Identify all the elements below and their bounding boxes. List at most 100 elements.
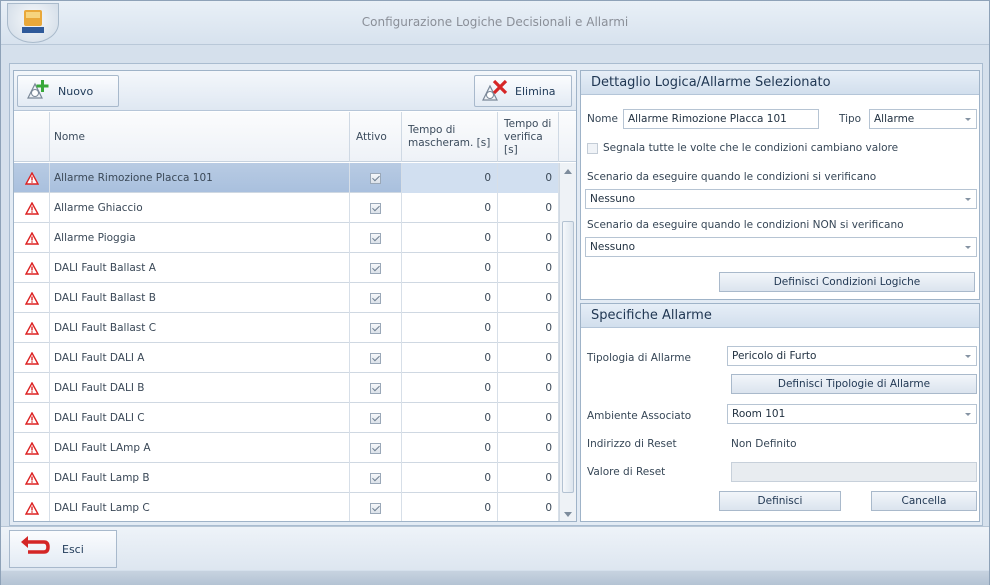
row-verify-time[interactable]: 0 <box>498 433 559 463</box>
row-active-cell[interactable] <box>350 253 402 283</box>
active-checkbox[interactable] <box>370 382 381 394</box>
title-bar: Configurazione Logiche Decisionali e All… <box>1 1 989 45</box>
list-scrollbar[interactable] <box>559 163 576 521</box>
table-row[interactable]: DALI Fault DALI A 00 <box>14 343 559 373</box>
row-verify-time[interactable]: 0 <box>498 403 559 433</box>
row-active-cell[interactable] <box>350 193 402 223</box>
alarm-warning-icon <box>14 283 50 313</box>
row-active-cell[interactable] <box>350 463 402 493</box>
type-select[interactable]: Allarme <box>869 109 977 129</box>
alarm-warning-icon <box>14 223 50 253</box>
new-button[interactable]: Nuovo <box>17 75 119 107</box>
row-mask-time[interactable]: 0 <box>402 433 498 463</box>
define-alarm-types-button[interactable]: Definisci Tipologie di Allarme <box>731 374 977 394</box>
row-active-cell[interactable] <box>350 343 402 373</box>
header-mask-time[interactable]: Tempo di mascheram. [s] <box>402 112 498 162</box>
row-verify-time[interactable]: 0 <box>498 373 559 403</box>
active-checkbox[interactable] <box>370 472 381 484</box>
row-active-cell[interactable] <box>350 223 402 253</box>
row-verify-time[interactable]: 0 <box>498 283 559 313</box>
active-checkbox[interactable] <box>370 322 381 334</box>
row-mask-time[interactable]: 0 <box>402 493 498 521</box>
table-row[interactable]: DALI Fault Ballast C 00 <box>14 313 559 343</box>
row-verify-time[interactable]: 0 <box>498 193 559 223</box>
row-mask-time[interactable]: 0 <box>402 253 498 283</box>
header-name[interactable]: Nome <box>50 112 350 162</box>
reset-value-input <box>731 462 977 482</box>
row-verify-time[interactable]: 0 <box>498 463 559 493</box>
table-row[interactable]: Allarme Rimozione Placca 101 0 0 <box>14 163 559 193</box>
row-verify-time[interactable]: 0 <box>498 313 559 343</box>
scenario-true-label: Scenario da eseguire quando le condizion… <box>587 171 877 183</box>
name-input[interactable]: Allarme Rimozione Placca 101 <box>623 109 819 129</box>
row-active-cell[interactable] <box>350 373 402 403</box>
row-verify-time[interactable]: 0 <box>498 253 559 283</box>
row-mask-time[interactable]: 0 <box>402 343 498 373</box>
active-checkbox[interactable] <box>370 172 381 184</box>
table-row[interactable]: DALI Fault Ballast A 00 <box>14 253 559 283</box>
room-select[interactable]: Room 101 <box>727 404 977 424</box>
cancel-button[interactable]: Cancella <box>871 491 977 511</box>
row-mask-time[interactable]: 0 <box>402 403 498 433</box>
row-mask-time[interactable]: 0 <box>402 373 498 403</box>
table-row[interactable]: Allarme Ghiaccio 0 0 <box>14 193 559 223</box>
header-mask-time-line2: mascheram. [s] <box>408 137 491 149</box>
scroll-thumb[interactable] <box>562 221 574 493</box>
row-active-cell[interactable] <box>350 493 402 521</box>
row-verify-time[interactable]: 0 <box>498 163 559 193</box>
room-label: Ambiente Associato <box>587 410 692 422</box>
row-active-cell[interactable] <box>350 433 402 463</box>
row-mask-time[interactable]: 0 <box>402 463 498 493</box>
active-checkbox[interactable] <box>370 502 381 514</box>
define-conditions-button[interactable]: Definisci Condizioni Logiche <box>719 272 975 292</box>
table-row[interactable]: DALI Fault LAmp A 00 <box>14 433 559 463</box>
row-verify-time[interactable]: 0 <box>498 493 559 521</box>
table-row[interactable]: Allarme Pioggia 0 0 <box>14 223 559 253</box>
row-active-cell[interactable] <box>350 283 402 313</box>
alarm-warning-icon <box>14 163 50 193</box>
table-row[interactable]: DALI Fault DALI C 00 <box>14 403 559 433</box>
row-active-cell[interactable] <box>350 403 402 433</box>
row-active-cell[interactable] <box>350 163 402 193</box>
scroll-down-icon[interactable] <box>564 512 572 517</box>
notify-checkbox[interactable] <box>587 143 598 154</box>
row-mask-time[interactable]: 0 <box>402 313 498 343</box>
row-name: DALI Fault Ballast B <box>50 283 350 313</box>
specs-title: Specifiche Allarme <box>581 304 979 328</box>
row-mask-time[interactable]: 0 <box>402 283 498 313</box>
row-verify-time[interactable]: 0 <box>498 343 559 373</box>
name-label: Nome <box>587 113 618 125</box>
table-row[interactable]: DALI Fault Ballast B 00 <box>14 283 559 313</box>
header-active[interactable]: Attivo <box>350 112 402 162</box>
define-button[interactable]: Definisci <box>719 491 841 511</box>
table-row[interactable]: DALI Fault Lamp C 00 <box>14 493 559 521</box>
table-row[interactable]: DALI Fault DALI B 00 <box>14 373 559 403</box>
row-name: DALI Fault Lamp B <box>50 463 350 493</box>
alarm-type-select[interactable]: Pericolo di Furto <box>727 346 977 366</box>
active-checkbox[interactable] <box>370 202 381 214</box>
active-checkbox[interactable] <box>370 412 381 424</box>
row-name: DALI Fault DALI B <box>50 373 350 403</box>
add-logic-icon <box>27 80 49 99</box>
scenario-true-select[interactable]: Nessuno <box>585 189 977 209</box>
reset-address-value: Non Definito <box>731 438 797 450</box>
row-verify-time[interactable]: 0 <box>498 223 559 253</box>
header-verify-time[interactable]: Tempo di verifica [s] <box>498 112 559 162</box>
scroll-up-icon[interactable] <box>564 169 572 174</box>
row-mask-time[interactable]: 0 <box>402 223 498 253</box>
row-mask-time[interactable]: 0 <box>402 163 498 193</box>
exit-arrow-icon <box>21 536 50 554</box>
exit-button[interactable]: Esci <box>9 530 117 568</box>
delete-button[interactable]: Elimina <box>474 75 572 107</box>
row-mask-time[interactable]: 0 <box>402 193 498 223</box>
row-active-cell[interactable] <box>350 313 402 343</box>
active-checkbox[interactable] <box>370 442 381 454</box>
scenario-false-select[interactable]: Nessuno <box>585 237 977 257</box>
delete-logic-icon <box>482 79 508 101</box>
table-row[interactable]: DALI Fault Lamp B 00 <box>14 463 559 493</box>
active-checkbox[interactable] <box>370 262 381 274</box>
active-checkbox[interactable] <box>370 292 381 304</box>
active-checkbox[interactable] <box>370 232 381 244</box>
active-checkbox[interactable] <box>370 352 381 364</box>
alarm-warning-icon <box>14 343 50 373</box>
